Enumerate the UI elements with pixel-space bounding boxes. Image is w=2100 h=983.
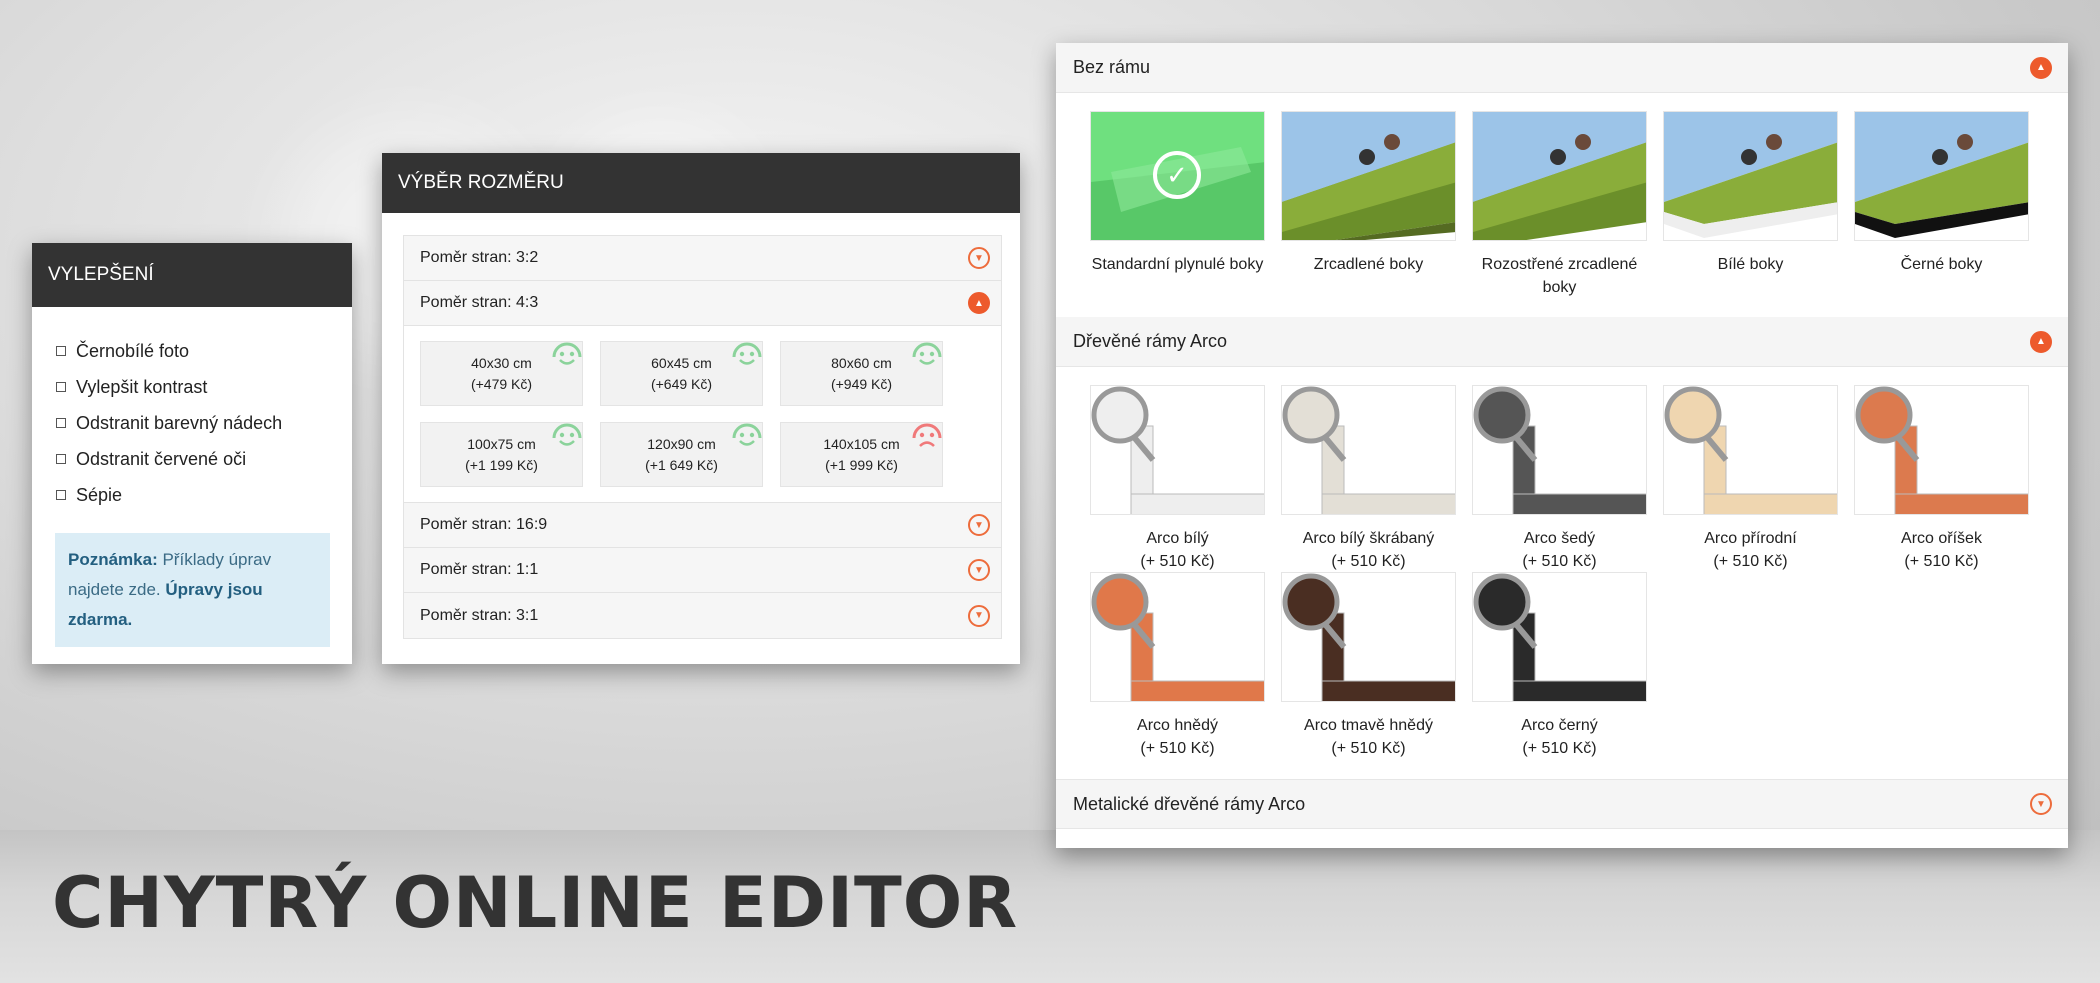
- note-link[interactable]: zde.: [129, 580, 161, 599]
- frame-preview: [1281, 572, 1456, 702]
- frame-option[interactable]: Arco oříšek (+ 510 Kč): [1854, 385, 2045, 572]
- frame-preview: [1090, 385, 1265, 515]
- frame-option[interactable]: Arco bílý škrábaný (+ 510 Kč): [1281, 385, 1472, 572]
- size-panel: VÝBĚR ROZMĚRU Poměr stran: 3:2 ▼ Poměr st…: [382, 153, 1020, 664]
- canvas-preview-image: [1282, 112, 1455, 240]
- frame-preview: [1854, 385, 2029, 515]
- note-box: Poznámka: Příklady úprav najdete zde. Úp…: [55, 533, 330, 647]
- frames-panel: Bez rámu ▲ ✓ Standardní plynulé boky Zrca…: [1056, 43, 2068, 848]
- checkbox[interactable]: [56, 454, 66, 464]
- ratio-row[interactable]: Poměr stran: 3:1 ▼: [404, 593, 1001, 638]
- section-header-no-frame[interactable]: Bez rámu ▲: [1056, 43, 2068, 93]
- checkbox[interactable]: [56, 490, 66, 500]
- check-icon: ✓: [1153, 151, 1201, 199]
- enhancement-option[interactable]: Sépie: [56, 477, 352, 513]
- section-header-wood-frames[interactable]: Dřevěné rámy Arco ▲: [1056, 317, 2068, 367]
- frame-option[interactable]: Arco šedý (+ 510 Kč): [1472, 385, 1663, 572]
- canvas-preview: ✓: [1090, 111, 1265, 241]
- page-headline: CHYTRÝ ONLINE EDITOR: [52, 862, 1019, 944]
- magnifier-icon: [1473, 573, 1531, 631]
- happy-smiley-icon: [732, 423, 762, 446]
- magnifier-icon: [1282, 573, 1340, 631]
- happy-smiley-icon: [732, 342, 762, 365]
- frame-preview: [1663, 385, 1838, 515]
- frame-corner-preview: [1091, 386, 1264, 514]
- frame-option[interactable]: Arco přírodní (+ 510 Kč): [1663, 385, 1854, 572]
- enhancement-option[interactable]: Černobílé foto: [56, 333, 352, 369]
- frame-corner-preview: [1473, 573, 1646, 701]
- magnifier-icon: [1091, 386, 1149, 444]
- magnifier-icon: [1664, 386, 1722, 444]
- enhancements-list: Černobílé foto Vylepšit kontrast Odstran…: [32, 307, 352, 513]
- frame-corner-preview: [1664, 386, 1837, 514]
- frame-corner-preview: [1282, 573, 1455, 701]
- checkbox[interactable]: [56, 346, 66, 356]
- frame-option[interactable]: Arco černý (+ 510 Kč): [1472, 572, 1663, 779]
- canvas-preview-image: [1664, 112, 1837, 238]
- edge-option-standard[interactable]: ✓ Standardní plynulé boky: [1090, 111, 1281, 317]
- canvas-preview: [1472, 111, 1647, 241]
- chevron-up-icon[interactable]: ▲: [2030, 330, 2052, 353]
- frame-corner-preview: [1473, 386, 1646, 514]
- size-option[interactable]: 40x30 cm (+479 Kč): [420, 341, 583, 406]
- checkbox[interactable]: [56, 418, 66, 428]
- happy-smiley-icon: [912, 342, 942, 365]
- wood-frame-options: Arco bílý (+ 510 Kč) Arco bílý škrábaný (+ …: [1056, 367, 2068, 572]
- size-option[interactable]: 100x75 cm (+1 199 Kč): [420, 422, 583, 487]
- frame-preview: [1472, 385, 1647, 515]
- edge-option-mirrored[interactable]: Zrcadlené boky: [1281, 111, 1472, 317]
- enhancements-panel: VYLEPŠENÍ Černobílé foto Vylepšit kontra…: [32, 243, 352, 664]
- size-option[interactable]: 120x90 cm (+1 649 Kč): [600, 422, 763, 487]
- enhancements-title: VYLEPŠENÍ: [32, 243, 352, 307]
- edge-option-blurred[interactable]: Rozostřené zrcadlené boky: [1472, 111, 1663, 317]
- frame-corner-preview: [1282, 386, 1455, 514]
- ratio-row[interactable]: Poměr stran: 4:3 ▲: [404, 281, 1001, 326]
- frame-corner-preview: [1091, 573, 1264, 701]
- chevron-up-icon[interactable]: ▲: [968, 292, 990, 314]
- size-option[interactable]: 140x105 cm (+1 999 Kč): [780, 422, 943, 487]
- frame-option[interactable]: Arco tmavě hnědý (+ 510 Kč): [1281, 572, 1472, 779]
- ratio-row[interactable]: Poměr stran: 1:1 ▼: [404, 548, 1001, 593]
- chevron-up-icon[interactable]: ▲: [2030, 56, 2052, 79]
- magnifier-icon: [1473, 386, 1531, 444]
- canvas-preview-image: [1855, 112, 2028, 238]
- enhancement-option[interactable]: Odstranit červené oči: [56, 441, 352, 477]
- canvas-preview: [1281, 111, 1456, 241]
- checkbox[interactable]: [56, 382, 66, 392]
- magnifier-icon: [1282, 386, 1340, 444]
- magnifier-icon: [1091, 573, 1149, 631]
- ratio-row[interactable]: Poměr stran: 3:2 ▼: [404, 236, 1001, 281]
- happy-smiley-icon: [552, 342, 582, 365]
- happy-smiley-icon: [552, 423, 582, 446]
- chevron-down-icon[interactable]: ▼: [968, 604, 990, 627]
- frame-option[interactable]: Arco bílý (+ 510 Kč): [1090, 385, 1281, 572]
- chevron-down-icon[interactable]: ▼: [968, 559, 990, 581]
- enhancement-option[interactable]: Odstranit barevný nádech: [56, 405, 352, 441]
- size-options: 40x30 cm (+479 Kč) 60x45 cm (+649 Kč) 80x6…: [404, 326, 1001, 503]
- no-frame-options: ✓ Standardní plynulé boky Zrcadlené boky…: [1056, 93, 2068, 317]
- wood-frame-options: Arco hnědý (+ 510 Kč) Arco tmavě hnědý (+ 5…: [1056, 572, 2068, 779]
- canvas-preview: [1854, 111, 2029, 241]
- chevron-down-icon[interactable]: ▼: [968, 247, 990, 269]
- canvas-preview-image: [1473, 112, 1646, 240]
- size-title: VÝBĚR ROZMĚRU: [382, 153, 1020, 213]
- sad-smiley-icon: [912, 423, 942, 447]
- ratio-accordion: Poměr stran: 3:2 ▼ Poměr stran: 4:3 ▲ 40x3…: [403, 235, 1002, 639]
- size-option[interactable]: 80x60 cm (+949 Kč): [780, 341, 943, 406]
- edge-option-white[interactable]: Bílé boky: [1663, 111, 1854, 317]
- enhancement-option[interactable]: Vylepšit kontrast: [56, 369, 352, 405]
- chevron-down-icon[interactable]: ▼: [968, 514, 990, 536]
- size-option[interactable]: 60x45 cm (+649 Kč): [600, 341, 763, 406]
- ratio-row[interactable]: Poměr stran: 16:9 ▼: [404, 503, 1001, 548]
- canvas-preview: [1663, 111, 1838, 241]
- section-header-metallic-frames[interactable]: Metalické dřevěné rámy Arco ▼: [1056, 779, 2068, 829]
- frame-preview: [1281, 385, 1456, 515]
- magnifier-icon: [1855, 386, 1913, 444]
- edge-option-black[interactable]: Černé boky: [1854, 111, 2045, 317]
- chevron-down-icon[interactable]: ▼: [2030, 793, 2052, 815]
- frame-preview: [1090, 572, 1265, 702]
- frame-corner-preview: [1855, 386, 2028, 514]
- frame-preview: [1472, 572, 1647, 702]
- frame-option[interactable]: Arco hnědý (+ 510 Kč): [1090, 572, 1281, 779]
